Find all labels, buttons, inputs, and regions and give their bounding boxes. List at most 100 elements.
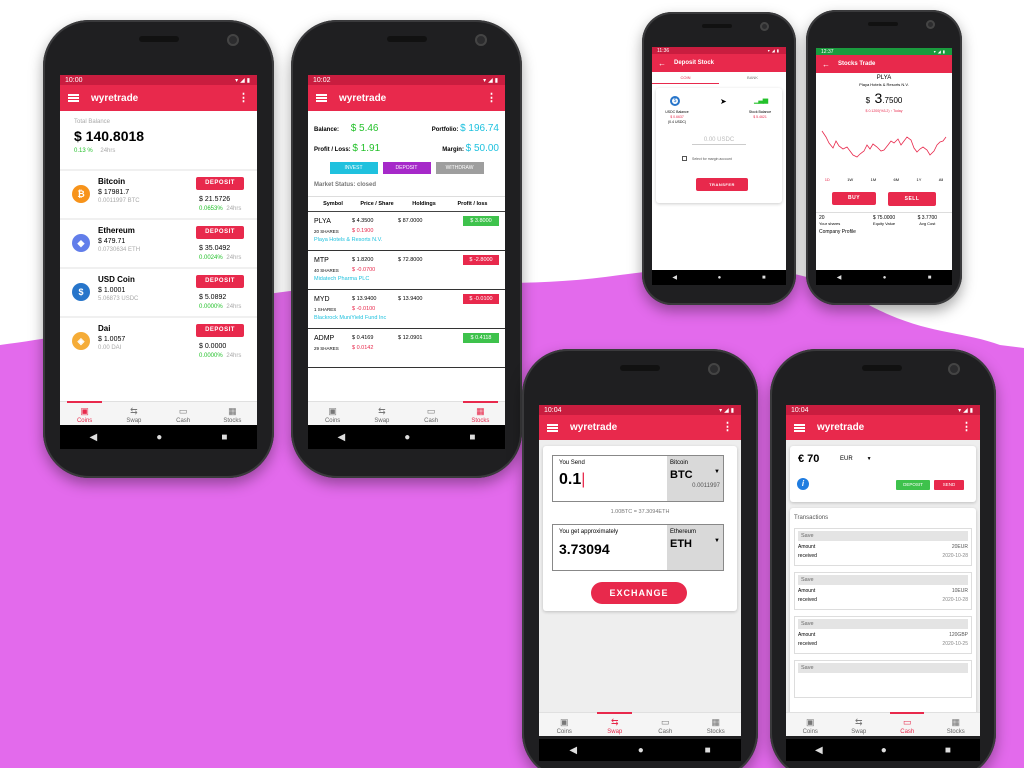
back-icon[interactable]: ◀ [815,745,823,756]
stock-row[interactable]: PLYA $ 4.3500 $ 87.0000 $ 3.8000 20 SHAR… [308,212,505,251]
home-icon[interactable]: ● [881,745,887,756]
range-1w[interactable]: 1W [847,177,853,182]
sell-button[interactable]: SELL [888,192,936,206]
back-icon[interactable]: ◀ [837,274,842,281]
portfolio-value: $ 196.74 [460,122,499,134]
home-icon[interactable]: ● [718,275,722,281]
home-icon[interactable]: ● [638,745,644,756]
range-1m[interactable]: 1M [871,177,877,182]
app-title: wyretrade [817,422,865,433]
transaction-item[interactable]: Save Amount 10EUR received 2020-10-28 [794,572,972,610]
back-icon[interactable]: ◀ [90,432,98,443]
camera [475,34,487,46]
app-bar: wyretrade ⋮ [60,85,257,111]
more-icon[interactable]: ⋮ [722,422,733,433]
withdraw-button[interactable]: WITHDRAW [435,162,484,174]
back-arrow-icon[interactable]: ← [822,60,830,69]
range-1y[interactable]: 1Y [917,177,922,182]
company-name: Playa Hotels & Resorts N.V. [859,82,909,87]
deposit-button[interactable]: DEPOSIT [896,480,930,490]
status-icons: ▾◢▮ [933,49,947,54]
deposit-button[interactable]: DEPOSIT [196,275,244,288]
deposit-button[interactable]: DEPOSIT [196,177,244,190]
tab-coin[interactable]: COIN [652,72,719,84]
stock-row[interactable]: MYD $ 13.9400 $ 13.9400 $ -0.0100 1 SHAR… [308,290,505,329]
tab-swap[interactable]: ⇆ Swap [109,402,158,425]
back-icon[interactable]: ◀ [569,745,577,756]
back-icon[interactable]: ◀ [338,432,346,443]
status-time: 10:02 [313,76,331,84]
menu-icon[interactable] [794,423,805,432]
android-nav: ◀ ● ■ [816,270,952,285]
home-icon[interactable]: ● [883,275,887,281]
coin-row[interactable]: $ USD Coin $ 1.0001 5.06873 USDC DEPOSIT… [60,269,257,316]
more-icon[interactable]: ⋮ [961,422,972,433]
info-icon[interactable]: i [797,478,809,490]
transfer-button[interactable]: TRANSFER [696,178,748,191]
receive-coin-select[interactable]: Ethereum ETH ▼ [667,525,723,570]
more-icon[interactable]: ⋮ [238,92,249,104]
tab-coins[interactable]: ▣ Coins [60,401,109,425]
coin-row[interactable]: ◆ Ethereum $ 479.71 0.0730634 ETH DEPOSI… [60,220,257,267]
back-icon[interactable]: ◀ [672,274,677,281]
stock-change: $ -0.0700 [352,267,376,273]
coin-amount: 5.06873 USDC [98,296,139,302]
buy-button[interactable]: BUY [832,192,876,205]
currency-select[interactable]: EUR ▼ [840,456,872,462]
tab-cash[interactable]: ▭ Cash [640,713,691,736]
tab-cash[interactable]: ▭ Cash [159,402,208,425]
tab-cash[interactable]: ▭ Cash [407,402,456,425]
phone-stocks: 10:02 ▾◢▮ wyretrade ⋮ Balance: $ 5.46 Por… [291,20,522,478]
recents-icon[interactable]: ■ [945,745,951,756]
tab-stocks[interactable]: ▦ Stocks [932,713,981,736]
home-icon[interactable]: ● [156,432,162,443]
send-button[interactable]: SEND [934,480,964,490]
tab-swap[interactable]: ⇆ Swap [835,713,884,736]
recents-icon[interactable]: ■ [705,745,711,756]
recents-icon[interactable]: ■ [221,432,227,443]
more-icon[interactable]: ⋮ [486,92,497,104]
receive-amount: 3.73094 [559,541,610,557]
stock-row[interactable]: ADMP $ 0.4169 $ 12.0901 $ 0.4118 29 SHAR… [308,329,505,368]
amount-input[interactable]: 0.00 USDC [692,137,746,145]
transaction-item[interactable]: Save [794,660,972,698]
tab-coins[interactable]: ▣ Coins [539,713,590,736]
margin-checkbox[interactable] [682,156,687,161]
stock-price: $ 13.9400 [352,296,377,302]
transaction-item[interactable]: Save Amount 120GBP received 2020-10-25 [794,616,972,654]
tab-stocks[interactable]: ▦ Stocks [456,401,505,425]
back-arrow-icon[interactable]: ← [658,59,666,68]
range-all[interactable]: All [939,177,943,182]
transaction-item[interactable]: Save Amount 20EUR received 2020-10-28 [794,528,972,566]
range-1d[interactable]: 1D [825,177,830,182]
recents-icon[interactable]: ■ [762,275,766,281]
deposit-button[interactable]: DEPOSIT [382,162,431,174]
coin-row[interactable]: ◈ Dai $ 1.0057 0.00 DAI DEPOSIT $ 0.0000… [60,318,257,365]
tab-cash[interactable]: ▭ Cash [883,712,932,736]
send-amount-input[interactable]: 0.1 [559,471,581,488]
invest-button[interactable]: INVEST [329,162,378,174]
stock-row[interactable]: MTP $ 1.8200 $ 72.8000 $ -2.8000 40 SHAR… [308,251,505,290]
home-icon[interactable]: ● [404,432,410,443]
speaker [702,24,732,28]
menu-icon[interactable] [316,94,327,102]
tab-stocks[interactable]: ▦ Stocks [208,402,257,425]
range-6m[interactable]: 6M [894,177,900,182]
recents-icon[interactable]: ■ [469,432,475,443]
send-coin-select[interactable]: Bitcoin BTC ▼ 0.0011997 [667,456,723,501]
menu-icon[interactable] [68,94,79,102]
tab-coins[interactable]: ▣ Coins [308,402,357,425]
coin-row[interactable]: ₿ Bitcoin $ 17981.7 0.0011997 BTC DEPOSI… [60,171,257,218]
deposit-button[interactable]: DEPOSIT [196,324,244,337]
tab-coins[interactable]: ▣ Coins [786,713,835,736]
menu-icon[interactable] [547,423,558,432]
tab-swap[interactable]: ⇆ Swap [357,402,406,425]
screen-title: Deposit Stock [674,60,715,66]
tab-stocks[interactable]: ▦ Stocks [691,713,742,736]
tab-swap[interactable]: ⇆ Swap [590,712,641,736]
deposit-button[interactable]: DEPOSIT [196,226,244,239]
tab-bank[interactable]: BANK [719,72,786,84]
exchange-button[interactable]: EXCHANGE [591,582,687,604]
recents-icon[interactable]: ■ [928,275,932,281]
android-nav: ◀ ● ■ [60,425,257,449]
